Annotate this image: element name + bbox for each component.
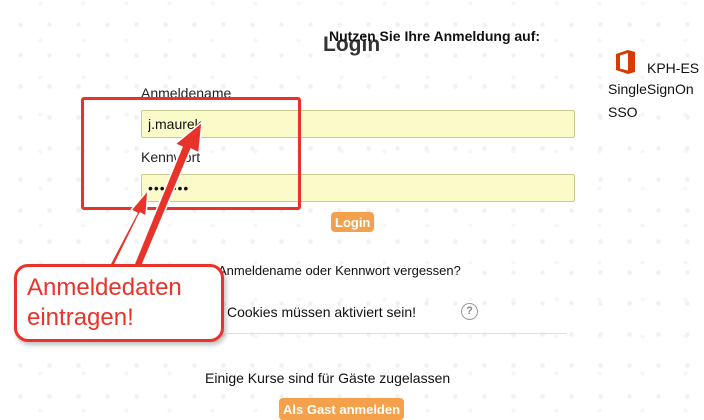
office-icon[interactable] [613,49,639,75]
callout-line1: Anmeldedaten [27,274,182,301]
login-button[interactable]: Login [331,212,375,232]
forgot-credentials-link[interactable]: Anmeldename oder Kennwort vergessen? [218,263,461,278]
sso-provider-line3: SSO [608,104,638,120]
cookies-notice: Cookies müssen aktiviert sein! [227,304,417,320]
sso-heading: Nutzen Sie Ihre Anmeldung auf: [329,28,541,44]
sso-provider-line2: SingleSignOn [608,81,694,97]
question-circle-icon[interactable]: ? [461,303,478,320]
callout-line2: eintragen! [27,304,134,331]
divider [227,333,567,334]
annotation-callout: Anmeldedaten eintragen! [14,264,224,342]
annotation-highlight-box [81,97,301,210]
guest-info-text: Einige Kurse sind für Gäste zugelassen [205,370,451,386]
guest-login-button[interactable]: Als Gast anmelden [279,398,405,420]
sso-provider-link[interactable]: KPH-ES [647,60,699,76]
